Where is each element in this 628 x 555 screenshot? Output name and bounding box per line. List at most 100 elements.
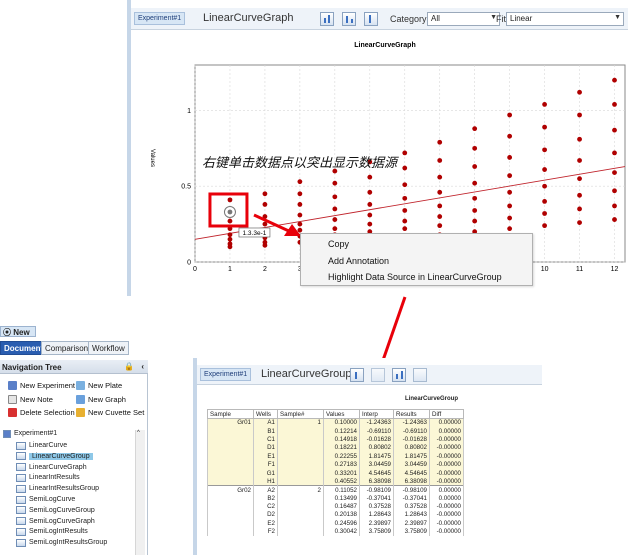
table-row[interactable]: Gr02 A2 2 0.11052 -0.98109 -0.98109 0.00000 [207, 485, 464, 495]
table-row[interactable]: E2 0.24596 2.39897 2.39897 -0.00000 [207, 519, 464, 528]
tree-item[interactable]: LinearCurveGroup [16, 452, 93, 461]
table-cell: 2.39897 [359, 519, 394, 528]
column-header[interactable]: Wells [253, 409, 278, 419]
table-cell: 0.40552 [323, 477, 360, 486]
table-cell: 0.13499 [323, 494, 360, 503]
table-cell: 4.54645 [393, 468, 430, 478]
delete-selection-button[interactable]: Delete Selection [8, 408, 75, 417]
new-plate-button[interactable]: New Plate [76, 381, 122, 390]
add-column-icon[interactable] [350, 368, 364, 382]
chevron-left-icon[interactable]: ‹ [141, 362, 144, 371]
table-icon [16, 452, 26, 461]
table-cell: -0.98109 [393, 485, 430, 495]
table-cell: Gr02 [207, 485, 254, 495]
table-cell: -0.00000 [429, 477, 464, 486]
tree-item[interactable]: LinearCurveGraph [16, 463, 87, 472]
column-header[interactable]: Sample# [277, 409, 324, 419]
scroll-up-icon[interactable]: ^ [137, 430, 140, 436]
column-header[interactable]: Sample [207, 409, 254, 419]
table-cell: -0.98109 [359, 485, 394, 495]
table-cell: D2 [253, 510, 278, 520]
column-header[interactable]: Diff [429, 409, 464, 419]
table-cell: 0.00000 [429, 418, 464, 427]
delete-selection-label: Delete Selection [20, 408, 75, 417]
table-row[interactable]: C1 0.14918 -0.01628 -0.01628 -0.00000 [207, 435, 464, 444]
table-cell: -0.37041 [393, 494, 430, 503]
settings-icon[interactable] [371, 368, 385, 382]
tree-item[interactable]: SemiLogCurveGroup [16, 506, 95, 515]
tree-item-label: LinearCurveGraph [29, 463, 87, 471]
table-row[interactable]: E1 0.22255 1.81475 1.81475 -0.00000 [207, 452, 464, 461]
table-row[interactable]: H1 0.40552 6.38098 6.38098 -0.00000 [207, 477, 464, 486]
table-row[interactable]: F2 0.30042 3.75809 3.75809 -0.00000 [207, 527, 464, 536]
chart-icon[interactable] [392, 368, 406, 382]
table-cell: 0.20138 [323, 510, 360, 520]
tab-workflow[interactable]: Workflow [88, 341, 129, 355]
table-cell [277, 452, 324, 461]
tree-item-experiment[interactable]: Experiment#1 [3, 429, 57, 438]
table-row[interactable]: D1 0.18221 0.80802 0.80802 -0.00000 [207, 443, 464, 453]
plate-icon [76, 381, 85, 390]
table-row[interactable]: G1 0.33201 4.54645 4.54645 -0.00000 [207, 468, 464, 478]
table-row[interactable]: D2 0.20138 1.28643 1.28643 -0.00000 [207, 510, 464, 520]
column-header[interactable]: Interp [359, 409, 394, 419]
tree-item[interactable]: LinearIntResults [16, 473, 80, 482]
nav-scrollbar[interactable]: ^ [135, 430, 145, 555]
table-cell [207, 426, 254, 436]
formula-icon[interactable] [413, 368, 427, 382]
tree-item[interactable]: SemiLogIntResultsGroup [16, 538, 107, 547]
new-note-label: New Note [20, 395, 53, 404]
table-cell: 1 [277, 418, 324, 427]
table-cell: B2 [253, 494, 278, 503]
cuvette-icon [76, 408, 85, 417]
table-cell: 3.04459 [393, 460, 430, 469]
table-row[interactable]: B1 0.12214 -0.69110 -0.69110 0.00000 [207, 426, 464, 436]
flask-icon [3, 429, 11, 438]
table-row[interactable]: B2 0.13499 -0.37041 -0.37041 0.00000 [207, 494, 464, 503]
table-row[interactable]: Gr01 A1 1 0.10000 -1.24363 -1.24363 0.00000 [207, 418, 464, 427]
tree-item[interactable]: LinearIntResultsGroup [16, 484, 99, 493]
table-cell: F2 [253, 527, 278, 536]
tree-item[interactable]: LinearCurve [16, 441, 67, 450]
new-experiment-button[interactable]: New Experiment [8, 381, 75, 390]
table-row[interactable]: C2 0.16487 0.37528 0.37528 -0.00000 [207, 502, 464, 511]
new-cuvette-set-label: New Cuvette Set [88, 408, 145, 417]
tree-item[interactable]: SemiLogIntResults [16, 527, 88, 536]
table-cell: A2 [253, 485, 278, 495]
table-cell [277, 519, 324, 528]
table-cell: Gr01 [207, 418, 254, 427]
table-body: Gr01 A1 1 0.10000 -1.24363 -1.24363 0.00000 B1 0… [207, 418, 464, 536]
table-cell: 0.00000 [429, 494, 464, 503]
lock-icon[interactable]: 🔒 [124, 362, 134, 371]
table-cell [207, 502, 254, 511]
table-cell: -0.00000 [429, 435, 464, 444]
table-cell: 3.75809 [359, 527, 394, 536]
new-graph-button[interactable]: New Graph [76, 395, 126, 404]
table-cell: 0.10000 [323, 418, 360, 427]
tree-item[interactable]: SemiLogCurveGraph [16, 517, 95, 526]
results-table[interactable]: Sample Wells Sample# Values Interp Results Dif… [207, 409, 464, 536]
tree-item-label: SemiLogCurveGroup [29, 506, 95, 514]
table-cell: -0.00000 [429, 468, 464, 478]
table-cell: 3.04459 [359, 460, 394, 469]
table-cell: -0.00000 [429, 527, 464, 536]
new-note-button[interactable]: New Note [8, 395, 53, 404]
tree-item[interactable]: SemiLogCurve [16, 495, 75, 504]
table-cell [207, 527, 254, 536]
tab-comparison[interactable]: Comparison [41, 341, 93, 355]
app-tab-new[interactable]: ⦿ New [0, 326, 36, 337]
table-cell: 0.30042 [323, 527, 360, 536]
table-cell: -0.00000 [429, 519, 464, 528]
table-cell [277, 426, 324, 436]
experiment-tab[interactable]: Experiment#1 [200, 368, 252, 381]
tree-item-label: LinearCurve [29, 442, 68, 449]
table-row[interactable]: F1 0.27183 3.04459 3.04459 -0.00000 [207, 460, 464, 469]
column-header[interactable]: Results [393, 409, 430, 419]
table-cell [277, 527, 324, 536]
table-cell [277, 502, 324, 511]
column-header[interactable]: Values [323, 409, 360, 419]
table-icon [16, 517, 26, 526]
table-cell: 0.24596 [323, 519, 360, 528]
table-cell [207, 452, 254, 461]
new-cuvette-set-button[interactable]: New Cuvette Set [76, 408, 144, 417]
